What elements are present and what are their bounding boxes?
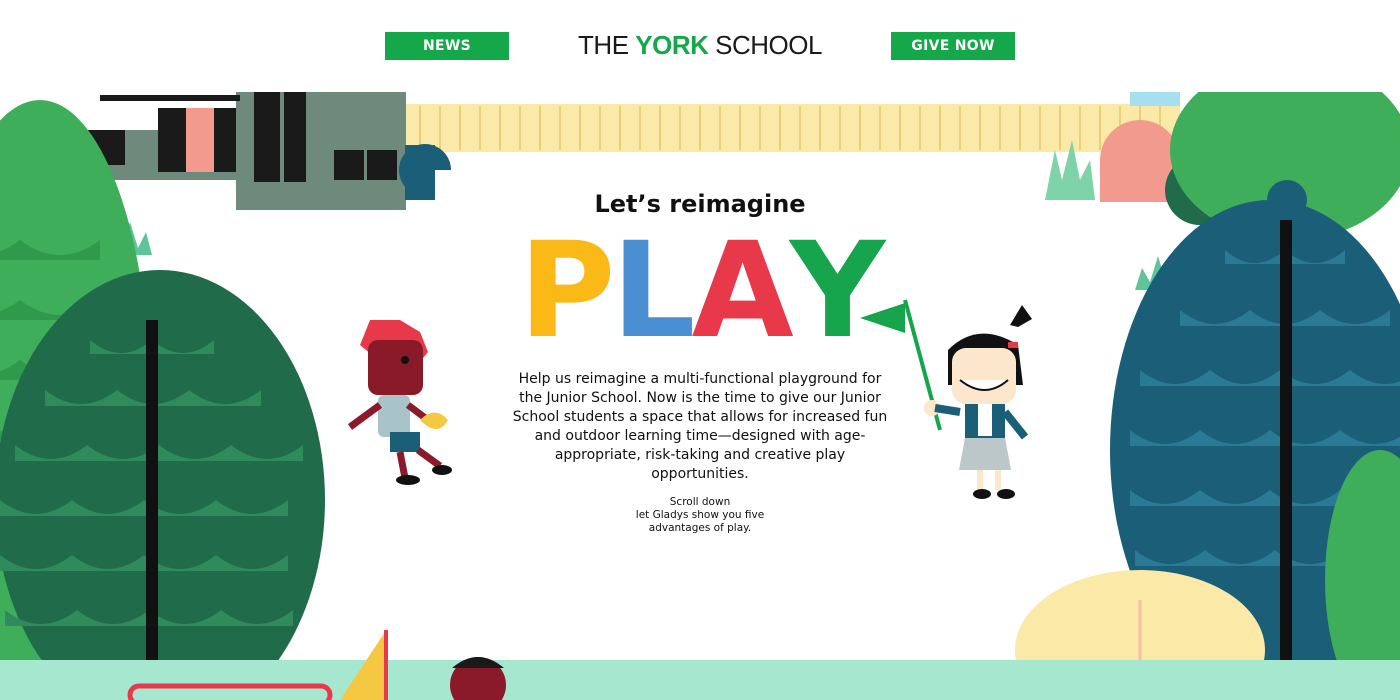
play-letter-p: P <box>518 214 616 368</box>
hero-description: Help us reimagine a multi-functional pla… <box>512 371 888 482</box>
ground <box>0 660 1400 700</box>
logo-suffix: SCHOOL <box>708 30 822 60</box>
kid-boy-icon <box>347 320 452 485</box>
hero-play-title: PLAY <box>500 214 900 368</box>
scroll-hint-line: let Gladys show you five <box>635 509 765 521</box>
scroll-hint-line: advantages of play. <box>648 522 752 534</box>
scroll-hint: Scroll down let Gladys show you five adv… <box>600 496 800 535</box>
kid-bottom-icon <box>450 657 506 700</box>
logo-prefix: THE <box>578 30 636 60</box>
school-logo[interactable]: THE YORK SCHOOL <box>560 30 840 61</box>
top-nav: NEWS THE YORK SCHOOL GIVE NOW <box>0 0 1400 92</box>
play-letter-l: L <box>611 214 695 368</box>
news-button[interactable]: NEWS <box>385 32 509 60</box>
tree-icon <box>0 270 325 700</box>
play-letter-a: A <box>691 214 794 368</box>
logo-york: YORK <box>635 30 709 60</box>
fence-illustration <box>405 104 1180 152</box>
play-letter-y: Y <box>789 214 886 368</box>
give-now-button[interactable]: GIVE NOW <box>891 32 1015 60</box>
scroll-hint-line: Scroll down <box>669 496 731 508</box>
